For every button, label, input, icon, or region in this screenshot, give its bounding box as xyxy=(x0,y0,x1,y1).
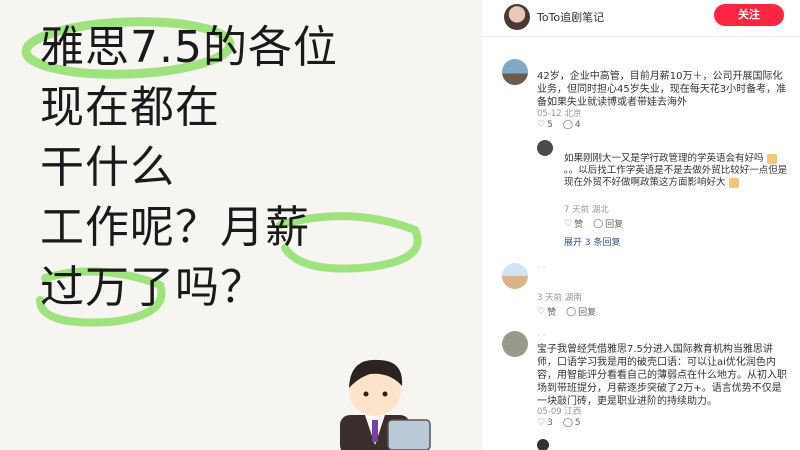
post-image[interactable]: 雅思7.5的各位 现在都在 干什么 工作呢？月薪 过万了吗？ xyxy=(0,0,482,450)
author-name[interactable]: ToTo追剧笔记 xyxy=(537,9,604,25)
author-bar: ToTo追剧笔记 关注 xyxy=(482,0,800,37)
avatar[interactable] xyxy=(502,331,528,357)
like-count: 5 xyxy=(547,120,553,130)
reply-button[interactable]: ◯ 回复 xyxy=(566,305,597,319)
avatar[interactable] xyxy=(537,439,549,450)
comment-actions: ♡ 赞 ◯ 回复 xyxy=(537,305,597,319)
comment-panel: ToTo追剧笔记 关注 42岁，企业中高管，目前月薪10万＋，公司开展国际化业务… xyxy=(482,0,800,450)
expand-replies-link[interactable]: 展开 3 条回复 xyxy=(564,235,620,248)
follow-button[interactable]: 关注 xyxy=(714,4,784,26)
comment-actions: ♡ 3 ◯ 5 xyxy=(537,418,581,428)
comment-icon: ◯ xyxy=(593,218,604,229)
headline-line-4: 工作呢？月薪 xyxy=(40,202,310,253)
blurred-username: · · xyxy=(537,263,546,273)
comment-text: 42岁，企业中高管，目前月薪10万＋，公司开展国际化业务，但同时担心45岁失业，… xyxy=(537,71,787,108)
blurred-username: · · xyxy=(537,331,546,341)
reply-label: 回复 xyxy=(605,220,624,230)
like-label: 赞 xyxy=(547,308,557,318)
reply-count: 4 xyxy=(574,120,581,130)
emoji-icon xyxy=(766,153,777,164)
comment-list: 42岁，企业中高管，目前月薪10万＋，公司开展国际化业务，但同时担心45岁失业，… xyxy=(482,37,800,450)
reply-label: 回复 xyxy=(578,308,597,318)
like-button[interactable]: ♡ 3 xyxy=(537,418,553,428)
comment-date-location: 3 天前 湖南 xyxy=(537,293,582,303)
heart-icon: ♡ xyxy=(537,418,546,428)
avatar[interactable] xyxy=(537,140,553,156)
avatar[interactable] xyxy=(502,263,528,289)
emoji-icon xyxy=(728,177,739,188)
headline-line-3: 干什么 xyxy=(40,142,175,193)
headline-line-5: 过万了吗？ xyxy=(40,262,265,313)
comment-date-location: 05-09 江西 xyxy=(537,407,582,417)
comment-actions: ♡ 5 ◯ 4 xyxy=(537,120,581,130)
heart-icon: ♡ xyxy=(537,120,546,130)
like-count: 3 xyxy=(547,418,553,428)
reply-actions: ♡ 赞 ◯ 回复 xyxy=(564,217,624,231)
like-button[interactable]: ♡ 赞 xyxy=(537,305,557,319)
reply-text-line2: 。。以后找工作学英语是不是去做外贸比较好一点但是现在外贸不好做啊政策这方面影响好… xyxy=(564,165,788,188)
comment-icon: ◯ xyxy=(562,120,573,130)
like-label: 赞 xyxy=(574,220,584,230)
headline: 雅思7.5的各位 现在都在 干什么 工作呢？月薪 过万了吗？ xyxy=(40,18,338,318)
headline-line-2: 现在都在 xyxy=(40,82,220,133)
comment-text: 宝子我曾经凭借雅思7.5分进入国际教育机构当雅思讲师，口语学习我是用的破壳口语：… xyxy=(537,344,787,407)
comment-icon: ◯ xyxy=(562,418,573,428)
headline-line-1: 雅思7.5的各位 xyxy=(40,22,338,73)
reply-text-line1: 如果刚刚大一又是学行政管理的学英语会有好吗 xyxy=(564,153,764,164)
reply-count: 5 xyxy=(574,418,581,428)
reply-text: 如果刚刚大一又是学行政管理的学英语会有好吗 。。以后找工作学英语是不是去做外贸比… xyxy=(564,153,789,189)
reply-button[interactable]: ◯ 回复 xyxy=(593,217,624,231)
heart-icon: ♡ xyxy=(564,218,573,229)
reply-button[interactable]: ◯ 5 xyxy=(563,418,581,428)
comment-icon: ◯ xyxy=(566,306,577,317)
reply-date-location: 7 天前 湖北 xyxy=(564,205,609,215)
comment-date-location: 05-12 北京 xyxy=(537,109,582,119)
author-avatar[interactable] xyxy=(504,4,530,30)
reply-button[interactable]: ◯ 4 xyxy=(563,120,581,130)
heart-icon: ♡ xyxy=(537,306,546,317)
like-button[interactable]: ♡ 5 xyxy=(537,120,553,130)
cartoon-person-illustration xyxy=(340,359,431,450)
like-button[interactable]: ♡ 赞 xyxy=(564,217,584,231)
avatar[interactable] xyxy=(502,59,528,85)
